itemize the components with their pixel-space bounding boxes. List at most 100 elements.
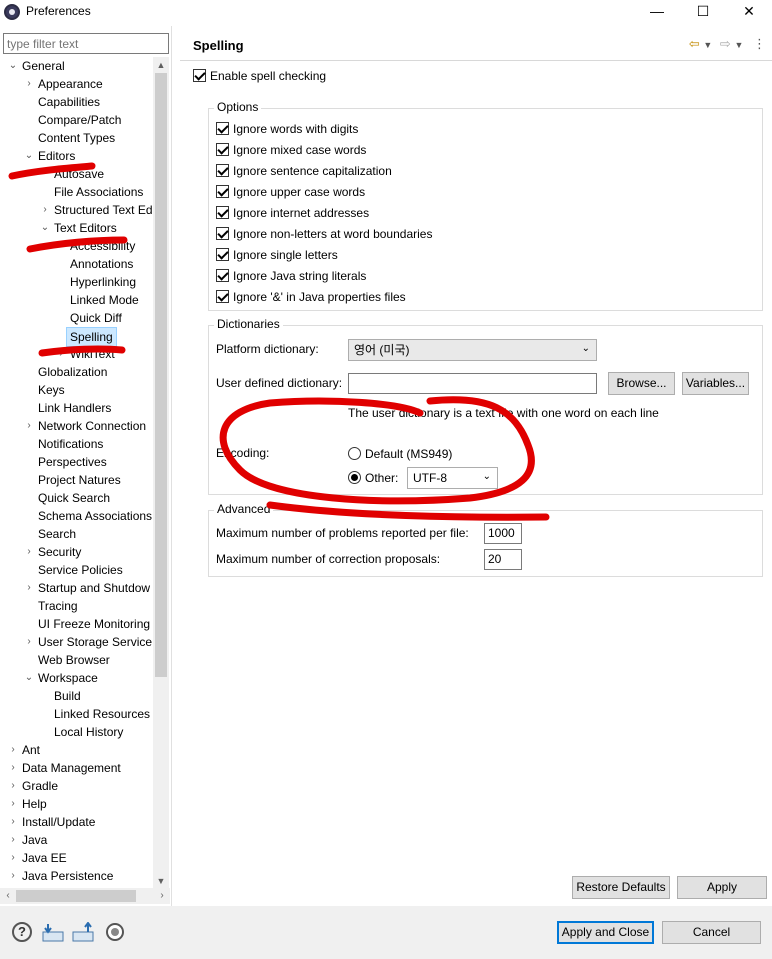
import-icon[interactable] [42, 922, 64, 942]
tree-item-label: Hyperlinking [70, 275, 137, 289]
scroll-left-icon[interactable]: ‹ [0, 888, 16, 904]
option-checkbox-row[interactable]: Ignore sentence capitalization [216, 161, 392, 179]
restore-defaults-button[interactable]: Restore Defaults [572, 876, 670, 899]
option-label: Ignore mixed case words [233, 142, 367, 157]
enable-spell-checking[interactable]: Enable spell checking [193, 66, 326, 84]
chevron-down-icon[interactable]: ⌄ [40, 219, 50, 237]
variables-button[interactable]: Variables... [682, 372, 749, 395]
user-dictionary-input[interactable] [348, 373, 597, 394]
option-checkbox[interactable] [216, 227, 229, 241]
tree-item-label: Spelling [66, 327, 117, 347]
encoding-other-option[interactable]: Other: [348, 468, 398, 486]
encoding-default-option[interactable]: Default (MS949) [348, 444, 452, 462]
apply-button[interactable]: Apply [677, 876, 767, 899]
option-label: Ignore Java string literals [233, 268, 367, 283]
other-encoding-radio[interactable] [348, 471, 361, 485]
chevron-right-icon[interactable]: › [24, 543, 34, 561]
tree-item-label: Gradle [22, 779, 59, 793]
platform-dictionary-label: Platform dictionary: [216, 342, 319, 356]
page-title: Spelling [193, 38, 244, 53]
option-checkbox[interactable] [216, 206, 229, 220]
tree-item-label: Autosave [54, 167, 105, 181]
tree-item-label: Java EE [22, 851, 67, 865]
tree-item-label: User Storage Service [38, 635, 153, 649]
enable-spell-checkbox[interactable] [193, 69, 206, 83]
chevron-right-icon[interactable]: › [8, 795, 18, 813]
hscroll-thumb[interactable] [16, 890, 136, 902]
option-checkbox[interactable] [216, 248, 229, 262]
browse-button[interactable]: Browse... [608, 372, 675, 395]
option-checkbox-row[interactable]: Ignore internet addresses [216, 203, 369, 221]
option-checkbox[interactable] [216, 143, 229, 157]
chevron-right-icon[interactable]: › [56, 345, 66, 363]
tree-item-label: Perspectives [38, 455, 107, 469]
scroll-right-icon[interactable]: › [154, 888, 170, 904]
option-label: Ignore upper case words [233, 184, 366, 199]
option-checkbox-row[interactable]: Ignore words with digits [216, 119, 358, 137]
filter-input[interactable] [3, 33, 169, 54]
option-checkbox-row[interactable]: Ignore single letters [216, 245, 338, 263]
back-arrow-icon[interactable]: ⇦ [689, 36, 700, 51]
export-icon[interactable] [72, 922, 94, 942]
forward-arrow-icon[interactable]: ⇨ [720, 36, 731, 51]
option-label: Ignore non-letters at word boundaries [233, 226, 433, 241]
cancel-button[interactable]: Cancel [662, 921, 761, 944]
encoding-label: Encoding: [216, 446, 270, 460]
tree-item-label: Network Connection [38, 419, 147, 433]
chevron-right-icon[interactable]: › [8, 867, 18, 885]
option-checkbox[interactable] [216, 164, 229, 178]
forward-menu-icon[interactable]: ▼ [734, 40, 743, 50]
tree-item-label: Annotations [70, 257, 134, 271]
option-checkbox-row[interactable]: Ignore mixed case words [216, 140, 366, 158]
chevron-right-icon[interactable]: › [8, 741, 18, 759]
max-proposals-input[interactable]: 20 [484, 549, 522, 570]
scroll-thumb[interactable] [155, 73, 167, 677]
chevron-right-icon[interactable]: › [8, 849, 18, 867]
tree-item-label: Keys [38, 383, 65, 397]
tree-item-label: Accessibility [70, 239, 136, 253]
tree-horizontal-scrollbar[interactable]: ‹ › [0, 888, 170, 904]
help-icon[interactable]: ? [12, 922, 32, 942]
tree-item-label: Web Browser [38, 653, 110, 667]
tree-item-label: Linked Mode [70, 293, 139, 307]
chevron-right-icon[interactable]: › [24, 75, 34, 93]
chevron-down-icon[interactable]: ⌄ [24, 147, 34, 165]
max-problems-input[interactable]: 1000 [484, 523, 522, 544]
scroll-down-icon[interactable]: ▼ [153, 873, 169, 889]
chevron-right-icon[interactable]: › [8, 813, 18, 831]
maximize-button[interactable]: ☐ [680, 0, 726, 24]
default-encoding-radio[interactable] [348, 447, 361, 461]
option-checkbox[interactable] [216, 122, 229, 136]
option-checkbox[interactable] [216, 269, 229, 283]
oomph-icon[interactable] [104, 922, 126, 942]
option-checkbox[interactable] [216, 185, 229, 199]
chevron-right-icon[interactable]: › [8, 759, 18, 777]
chevron-right-icon[interactable]: › [8, 831, 18, 849]
option-label: Ignore internet addresses [233, 205, 370, 220]
scroll-up-icon[interactable]: ▲ [153, 57, 169, 73]
menu-icon[interactable]: ⋮ [753, 36, 766, 51]
chevron-right-icon[interactable]: › [40, 201, 50, 219]
option-checkbox-row[interactable]: Ignore non-letters at word boundaries [216, 224, 432, 242]
chevron-right-icon[interactable]: › [24, 417, 34, 435]
advanced-title: Advanced [214, 502, 274, 516]
minimize-button[interactable]: — [634, 0, 680, 24]
tree-vertical-scrollbar[interactable]: ▲ ▼ [153, 57, 169, 889]
tree-item-label: Security [38, 545, 82, 559]
option-checkbox-row[interactable]: Ignore '&' in Java properties files [216, 287, 406, 305]
encoding-select[interactable]: UTF-8 ⌄ [407, 467, 498, 489]
option-checkbox-row[interactable]: Ignore upper case words [216, 182, 365, 200]
chevron-right-icon[interactable]: › [24, 633, 34, 651]
chevron-down-icon[interactable]: ⌄ [8, 57, 18, 75]
chevron-right-icon[interactable]: › [8, 777, 18, 795]
option-checkbox-row[interactable]: Ignore Java string literals [216, 266, 366, 284]
tree-item-label: General [22, 59, 65, 73]
back-menu-icon[interactable]: ▼ [703, 40, 712, 50]
option-checkbox[interactable] [216, 290, 229, 304]
apply-and-close-button[interactable]: Apply and Close [557, 921, 654, 944]
chevron-right-icon[interactable]: › [24, 579, 34, 597]
platform-dictionary-select[interactable]: 영어 (미국) ⌄ [348, 339, 597, 361]
close-button[interactable]: ✕ [726, 0, 772, 24]
chevron-down-icon[interactable]: ⌄ [24, 669, 34, 687]
tree-item-label: Schema Associations [38, 509, 153, 523]
